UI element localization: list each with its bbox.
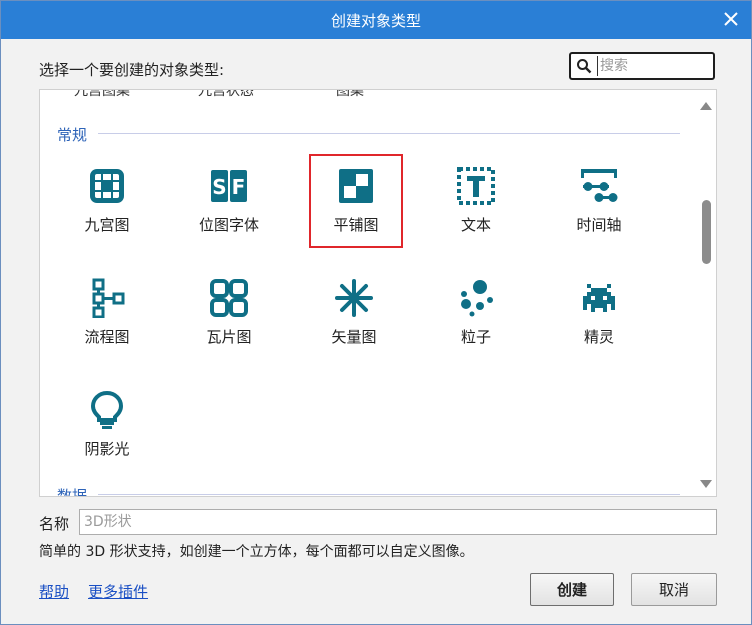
nine-patch-icon bbox=[90, 169, 124, 203]
section-title-data: 数据 bbox=[57, 487, 88, 497]
item-tilemap[interactable]: 瓦片图 bbox=[184, 268, 274, 358]
item-shadow-light[interactable]: 阴影光 bbox=[62, 380, 152, 470]
search-box[interactable] bbox=[569, 52, 715, 80]
item-text[interactable]: 文本 bbox=[431, 156, 521, 246]
create-button[interactable]: 创建 bbox=[530, 573, 614, 606]
scrollbar-thumb[interactable] bbox=[702, 200, 711, 264]
section-title-general: 常规 bbox=[57, 126, 88, 144]
particles-icon bbox=[461, 280, 493, 317]
partial-item-row: 九宫图集 九宫状态 图集 bbox=[40, 90, 700, 99]
timeline-icon bbox=[581, 169, 618, 202]
item-svg[interactable]: 矢量图 bbox=[309, 268, 399, 358]
svg-text:F: F bbox=[232, 175, 246, 199]
item-sprite[interactable]: 精灵 bbox=[554, 268, 644, 358]
item-label: 粒子 bbox=[460, 328, 491, 346]
item-label: 流程图 bbox=[84, 328, 130, 346]
search-input[interactable] bbox=[597, 56, 712, 76]
item-nine-patch[interactable]: 九宫图 bbox=[62, 156, 152, 246]
object-type-list[interactable]: 九宫图集 九宫状态 图集 常规 九宫图 S F 位图字体 平铺图 文本 时间轴 … bbox=[39, 89, 717, 497]
item-timeline[interactable]: 时间轴 bbox=[554, 156, 644, 246]
tilemap-icon bbox=[210, 279, 248, 317]
type-description: 简单的 3D 形状支持，如创建一个立方体，每个面都可以自定义图像。 bbox=[39, 544, 474, 560]
instruction-label: 选择一个要创建的对象类型: bbox=[39, 61, 225, 79]
partial-item-label[interactable]: 九宫图集 bbox=[74, 90, 130, 100]
titlebar[interactable]: 创建对象类型 bbox=[1, 1, 751, 39]
item-particles[interactable]: 粒子 bbox=[431, 268, 521, 358]
item-bitmap-font[interactable]: S F 位图字体 bbox=[184, 156, 274, 246]
scroll-up-icon[interactable] bbox=[700, 102, 712, 110]
sprite-icon bbox=[583, 284, 615, 312]
more-plugins-link[interactable]: 更多插件 bbox=[88, 581, 148, 602]
item-label: 时间轴 bbox=[576, 216, 622, 234]
create-object-dialog: 创建对象类型 选择一个要创建的对象类型: 九宫图集 九宫状态 图集 常规 bbox=[0, 0, 752, 625]
text-icon bbox=[457, 167, 495, 205]
tiled-background-icon bbox=[339, 169, 373, 203]
item-label: 文本 bbox=[460, 216, 491, 234]
name-input[interactable] bbox=[79, 509, 717, 535]
item-label: 位图字体 bbox=[198, 216, 259, 234]
item-label: 精灵 bbox=[583, 328, 614, 346]
help-link[interactable]: 帮助 bbox=[39, 581, 69, 602]
item-label: 平铺图 bbox=[333, 216, 379, 234]
section-divider bbox=[98, 494, 680, 495]
partial-item-label[interactable]: 图集 bbox=[336, 90, 364, 100]
scroll-down-icon[interactable] bbox=[700, 480, 712, 488]
svg-icon bbox=[335, 279, 373, 317]
close-icon[interactable] bbox=[719, 7, 743, 31]
svg-text:S: S bbox=[212, 175, 226, 199]
section-divider bbox=[98, 133, 680, 134]
flowchart-icon bbox=[92, 278, 125, 318]
shadow-light-icon bbox=[90, 390, 124, 429]
item-flowchart[interactable]: 流程图 bbox=[62, 268, 152, 358]
cancel-button[interactable]: 取消 bbox=[631, 573, 717, 606]
item-tiled-background[interactable]: 平铺图 bbox=[309, 154, 403, 248]
name-label: 名称 bbox=[39, 515, 70, 533]
item-label: 矢量图 bbox=[331, 328, 377, 346]
item-label: 阴影光 bbox=[84, 440, 130, 458]
item-label: 九宫图 bbox=[84, 216, 130, 234]
item-label: 瓦片图 bbox=[206, 328, 252, 346]
search-icon bbox=[576, 58, 592, 78]
bitmap-font-icon: S F bbox=[211, 170, 247, 202]
vertical-scrollbar[interactable] bbox=[696, 90, 716, 496]
dialog-title: 创建对象类型 bbox=[330, 12, 421, 30]
partial-item-label[interactable]: 九宫状态 bbox=[198, 90, 254, 100]
